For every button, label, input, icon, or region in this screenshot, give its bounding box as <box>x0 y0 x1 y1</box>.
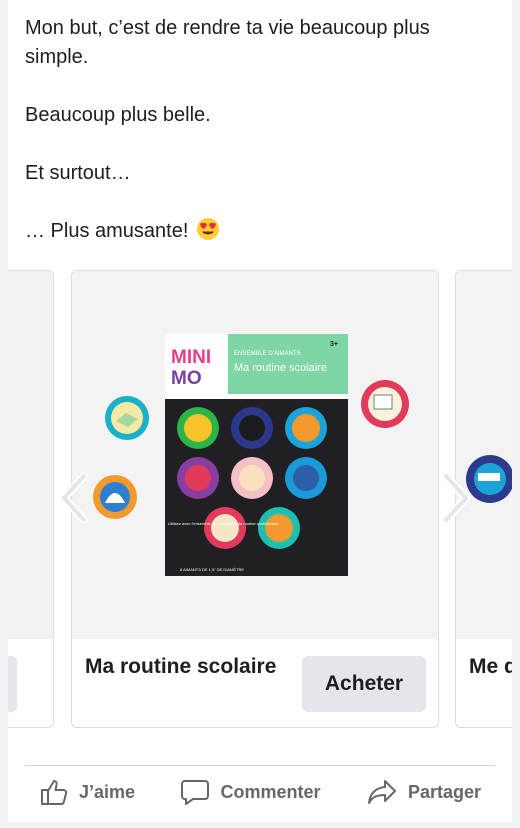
product-image <box>8 271 53 639</box>
brand-top-text: MINI <box>171 347 211 368</box>
magnet-right <box>361 380 409 428</box>
product-photo: MINI MO ENSEMBLE D’AIMANTS Ma routine sc… <box>72 271 438 639</box>
product-carousel[interactable]: MINI MO ENSEMBLE D’AIMANTS Ma routine sc… <box>8 270 512 728</box>
thumbs-up-icon <box>41 780 68 805</box>
carousel-prev-arrow[interactable] <box>54 470 94 526</box>
product-image <box>456 271 512 639</box>
heart-eyes-emoji-icon <box>196 218 219 240</box>
share-button[interactable]: Partager <box>352 770 495 814</box>
package-title-text: Ma routine scolaire <box>234 362 327 374</box>
post-message: Mon but, c’est de rendre ta vie beaucoup… <box>25 14 495 246</box>
product-image: MINI MO ENSEMBLE D’AIMANTS Ma routine sc… <box>72 271 438 639</box>
share-arrow-icon <box>367 780 396 804</box>
chevron-left-icon <box>60 472 88 524</box>
comment-button[interactable]: Commenter <box>166 770 334 814</box>
carousel-card-previous[interactable] <box>8 270 54 728</box>
buy-button[interactable]: Acheter <box>302 656 426 712</box>
product-package: MINI MO ENSEMBLE D’AIMANTS Ma routine sc… <box>165 334 348 576</box>
package-footer-text: 8 AIMANTS DE 1.5" DE DIAMÈTRE <box>180 567 244 572</box>
post-paragraph: … Plus amusante! <box>25 220 189 242</box>
product-title[interactable]: Me quo <box>469 651 512 683</box>
package-header-text: ENSEMBLE D’AIMANTS <box>234 351 301 357</box>
age-badge: 3+ <box>330 341 338 348</box>
divider <box>25 765 495 766</box>
share-label: Partager <box>407 781 481 802</box>
facebook-post: Mon but, c’est de rendre ta vie beaucoup… <box>8 0 512 822</box>
magnet-left-bottom <box>93 475 137 519</box>
carousel-card[interactable]: MINI MO ENSEMBLE D’AIMANTS Ma routine sc… <box>71 270 439 728</box>
post-action-bar: J’aime Commenter Partager <box>25 770 495 814</box>
post-paragraph: Et surtout… <box>25 162 131 184</box>
post-paragraph-with-emoji: … Plus amusante! <box>25 217 495 246</box>
brand-bottom-text: MO <box>171 368 202 389</box>
comment-bubble-icon <box>181 780 210 805</box>
comment-label: Commenter <box>220 781 321 802</box>
product-title[interactable]: Ma routine scolaire <box>85 651 285 683</box>
like-button[interactable]: J’aime <box>25 770 149 814</box>
magnet-left-top <box>105 396 149 440</box>
chevron-right-icon <box>442 472 470 524</box>
buy-button[interactable] <box>8 656 17 712</box>
package-bottom-text: Utilisez avec l’ensemble de motivation M… <box>168 521 279 526</box>
like-label: J’aime <box>79 781 136 802</box>
carousel-next-arrow[interactable] <box>436 470 476 526</box>
post-paragraph: Mon but, c’est de rendre ta vie beaucoup… <box>25 17 430 68</box>
post-paragraph: Beaucoup plus belle. <box>25 104 211 126</box>
